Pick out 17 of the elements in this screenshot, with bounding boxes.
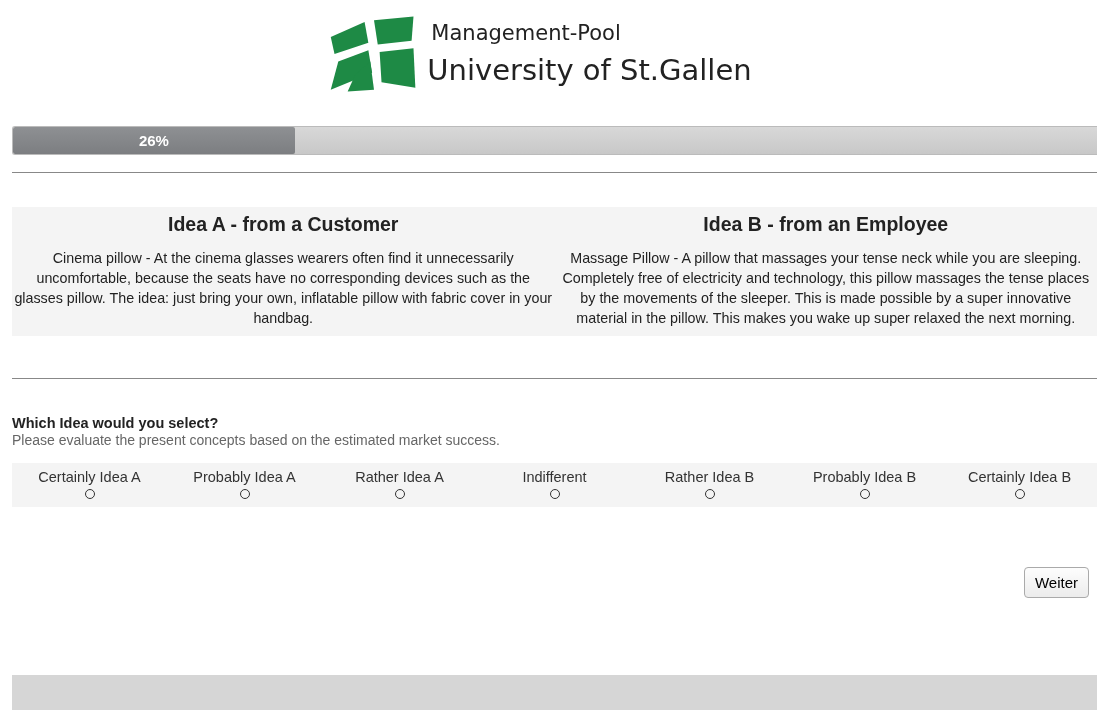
question-hint: Please evaluate the present concepts based on the estimated market success.	[12, 432, 501, 448]
idea-title: Idea B - from an Employee	[703, 213, 949, 236]
scale-option[interactable]: Certainly Idea A	[12, 469, 167, 499]
scale-option[interactable]: Probably Idea B	[787, 469, 942, 499]
idea-description: Massage Pillow - A pillow that massages your tense neck while you are sleeping. Completely free of electricity and technology, this pillow massages the tense places by the movements of the sleeper. This is made possible by a super innovative material in the pillow. This makes you wake up super relaxed the next morning.	[561, 249, 1091, 328]
logo-subtitle: Management-Pool	[431, 21, 622, 45]
scale-option[interactable]: Rather Idea A	[322, 469, 477, 499]
question-title: Which Idea would you select?	[12, 415, 220, 431]
scale-option[interactable]: Indifferent	[477, 469, 632, 499]
scale-option[interactable]: Rather Idea B	[632, 469, 787, 499]
scale-option[interactable]: Probably Idea A	[167, 469, 322, 499]
logo-title: University of St.Gallen	[427, 53, 752, 87]
scale-option[interactable]: Certainly Idea B	[942, 469, 1097, 499]
next-button[interactable]: Weiter	[1023, 567, 1089, 598]
idea-title: Idea A - from a Customer	[168, 213, 399, 236]
progress-label: 26%	[138, 132, 169, 149]
idea-description: Cinema pillow - At the cinema glasses wearers often find it unnecessarily uncomfortable, because the seats have no corresponding devices such as the glasses pillow. The idea: just bring your own, inflatable pillow with fabric cover in your handbag.	[13, 249, 554, 328]
